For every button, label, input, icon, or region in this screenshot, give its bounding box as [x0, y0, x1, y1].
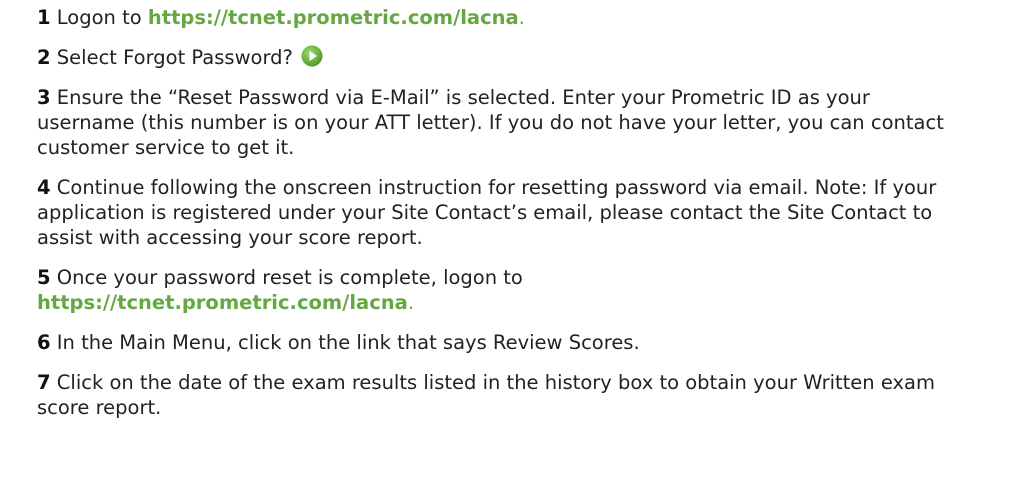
step-number: 4: [37, 176, 51, 199]
step-3: 3 Ensure the “Reset Password via E-Mail”…: [37, 85, 950, 160]
step-number: 5: [37, 266, 51, 289]
step-text: In the Main Menu, click on the link that…: [56, 331, 640, 354]
step-number: 2: [37, 46, 51, 69]
step-number: 3: [37, 86, 51, 109]
step-4: 4 Continue following the onscreen instru…: [37, 175, 950, 250]
step-text: Once your password reset is complete, lo…: [56, 266, 523, 289]
step-6: 6 In the Main Menu, click on the link th…: [37, 330, 950, 355]
step-trailing-period: .: [407, 291, 414, 314]
step-7: 7 Click on the date of the exam results …: [37, 370, 950, 420]
step-trailing-period: .: [518, 6, 525, 29]
step-number: 7: [37, 371, 51, 394]
step-1: 1 Logon to https://tcnet.prometric.com/l…: [37, 5, 950, 30]
step-text: Logon to: [56, 6, 148, 29]
step-5: 5 Once your password reset is complete, …: [37, 265, 950, 315]
play-circle-icon[interactable]: [301, 45, 323, 67]
step-2: 2 Select Forgot Password?: [37, 45, 950, 70]
prometric-logon-link[interactable]: https://tcnet.prometric.com/lacna: [148, 6, 519, 29]
step-text: Select Forgot Password?: [56, 46, 293, 69]
instructions-list: 1 Logon to https://tcnet.prometric.com/l…: [0, 0, 950, 420]
step-number: 6: [37, 331, 51, 354]
step-text: Ensure the “Reset Password via E-Mail” i…: [37, 86, 944, 159]
prometric-logon-link[interactable]: https://tcnet.prometric.com/lacna: [37, 291, 408, 314]
step-text: Click on the date of the exam results li…: [37, 371, 935, 419]
step-number: 1: [37, 6, 51, 29]
step-text: Continue following the onscreen instruct…: [37, 176, 937, 249]
